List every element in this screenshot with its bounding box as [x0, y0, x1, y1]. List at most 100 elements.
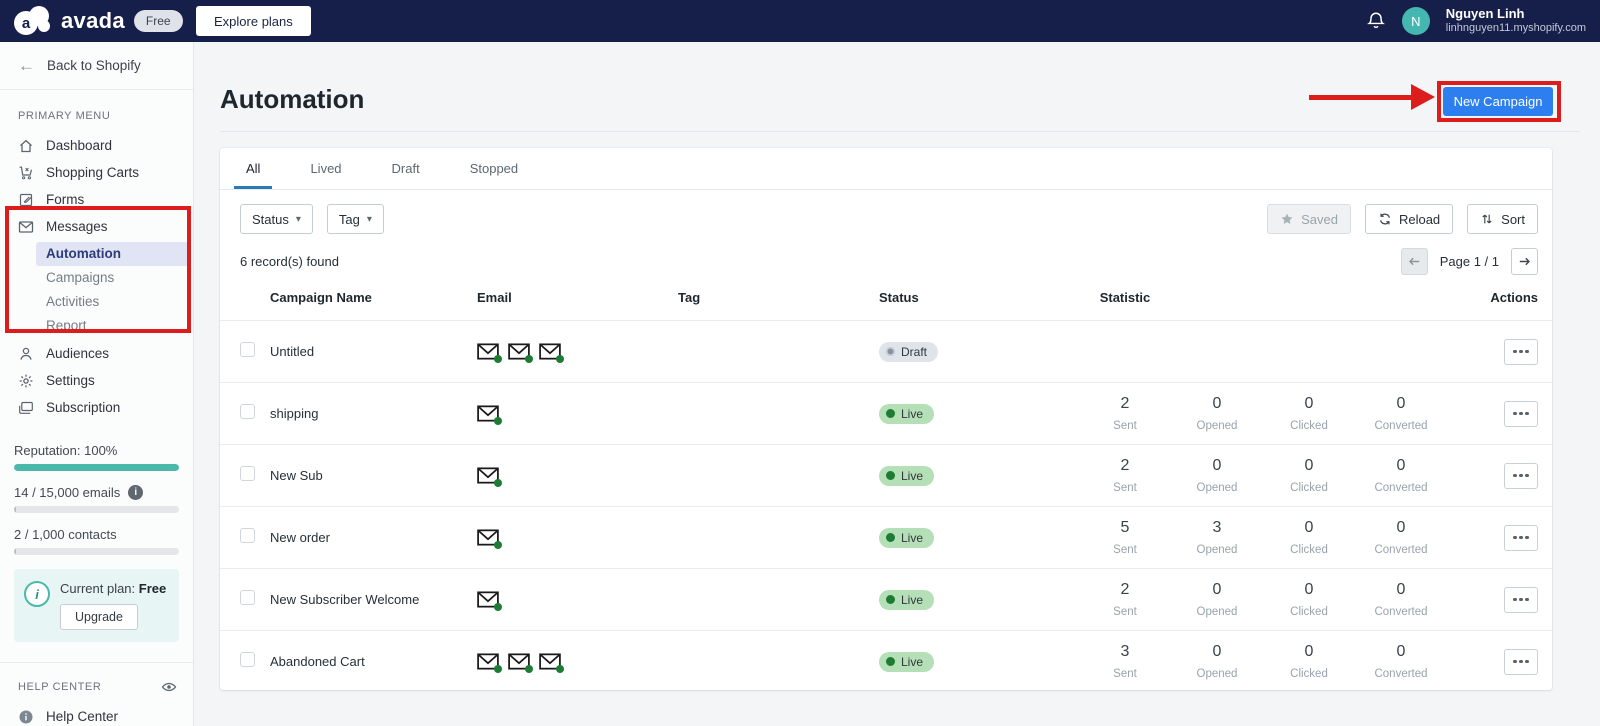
mail-icon — [477, 343, 502, 363]
tab-draft[interactable]: Draft — [392, 148, 420, 189]
sidebar-item-shopping-carts[interactable]: Shopping Carts — [0, 159, 193, 186]
email-icons — [477, 405, 678, 425]
sidebar-subitem-activities[interactable]: Activities — [36, 290, 189, 314]
stat-label: Converted — [1374, 482, 1428, 494]
campaign-name-link[interactable]: Abandoned Cart — [270, 654, 477, 669]
stat-cell: 0 Opened — [1171, 395, 1263, 432]
saved-button[interactable]: Saved — [1267, 204, 1351, 234]
stat-value: 0 — [1212, 395, 1222, 412]
sidebar-subitem-automation[interactable]: Automation — [36, 242, 189, 266]
tag-filter-dropdown[interactable]: Tag ▾ — [326, 204, 384, 234]
campaign-name-link[interactable]: New order — [270, 530, 477, 545]
email-icons — [477, 343, 678, 363]
topbar: a avada Free Explore plans N Nguyen Linh… — [0, 0, 1600, 42]
notification-bell-icon[interactable] — [1366, 11, 1386, 31]
stat-label: Converted — [1374, 668, 1428, 680]
mail-icon — [477, 529, 502, 549]
status-dot-icon — [886, 409, 895, 418]
stat-value: 3 — [1212, 519, 1222, 536]
stat-value: 2 — [1120, 581, 1130, 598]
eye-icon[interactable] — [161, 679, 177, 695]
row-checkbox[interactable] — [240, 341, 255, 357]
sidebar-subitem-campaigns[interactable]: Campaigns — [36, 266, 189, 290]
upgrade-button[interactable]: Upgrade — [60, 604, 138, 630]
row-checkbox[interactable] — [240, 527, 255, 543]
arrow-right-icon — [1519, 257, 1530, 265]
stat-cell: 0 Clicked — [1263, 643, 1355, 680]
person-icon — [18, 346, 34, 362]
sidebar-item-dashboard[interactable]: Dashboard — [0, 132, 193, 159]
automation-card: All Lived Draft Stopped Status ▾ Tag ▾ Saved — [220, 148, 1552, 690]
stat-label: Converted — [1374, 606, 1428, 618]
sidebar-item-audiences[interactable]: Audiences — [0, 340, 193, 367]
next-page-button[interactable] — [1511, 247, 1538, 275]
row-actions-button[interactable] — [1504, 524, 1538, 551]
sidebar-item-forms[interactable]: Forms — [0, 186, 193, 213]
campaign-name-link[interactable]: New Sub — [270, 468, 477, 483]
mail-icon — [539, 343, 564, 363]
sidebar-item-settings[interactable]: Settings — [0, 367, 193, 394]
campaign-name-link[interactable]: shipping — [270, 406, 477, 421]
stat-label: Opened — [1196, 420, 1238, 432]
new-campaign-button[interactable]: New Campaign — [1443, 87, 1553, 116]
stat-cell: 3 Opened — [1171, 519, 1263, 556]
help-item-help-center[interactable]: Help Center — [0, 703, 193, 726]
back-to-shopify-link[interactable]: ← Back to Shopify — [0, 42, 193, 90]
tab-all[interactable]: All — [233, 148, 274, 189]
divider — [220, 131, 1580, 132]
sort-button[interactable]: Sort — [1467, 204, 1538, 234]
mail-icon — [508, 653, 533, 673]
stat-value: 0 — [1304, 643, 1314, 660]
row-checkbox[interactable] — [240, 651, 255, 667]
stat-cell: 0 Converted — [1355, 519, 1447, 556]
col-campaign-name: Campaign Name — [270, 289, 372, 305]
reload-button[interactable]: Reload — [1364, 204, 1454, 234]
row-actions-button[interactable] — [1504, 648, 1538, 675]
campaign-name-link[interactable]: Untitled — [270, 344, 477, 359]
emails-quota-bar — [14, 506, 179, 513]
row-actions-button[interactable] — [1504, 586, 1538, 613]
mail-active-dot — [494, 479, 502, 487]
status-filter-dropdown[interactable]: Status ▾ — [240, 204, 313, 234]
stat-cell: 0 Opened — [1171, 457, 1263, 494]
sidebar-item-messages[interactable]: Messages — [0, 213, 193, 240]
stat-value: 0 — [1396, 643, 1406, 660]
row-checkbox[interactable] — [240, 465, 255, 481]
sidebar-menu: Dashboard Shopping Carts Forms Messages Auto… — [0, 132, 193, 421]
tab-stopped[interactable]: Stopped — [470, 148, 518, 189]
main-content: Automation New Campaign All Lived Draft Sto… — [194, 42, 1600, 726]
mail-active-dot — [525, 355, 533, 363]
stat-cell: 0 Clicked — [1263, 395, 1355, 432]
mail-icon — [477, 467, 502, 487]
gear-icon — [18, 373, 34, 389]
explore-plans-button[interactable]: Explore plans — [196, 6, 311, 36]
plan-info-icon: i — [24, 581, 50, 607]
reputation-label: Reputation: 100% — [14, 443, 118, 458]
stat-value: 0 — [1304, 581, 1314, 598]
row-actions-button[interactable] — [1504, 400, 1538, 427]
contacts-quota-label: 2 / 1,000 contacts — [14, 527, 117, 542]
status-dot-icon — [886, 347, 895, 356]
campaign-name-link[interactable]: New Subscriber Welcome — [270, 592, 477, 607]
stat-value: 3 — [1120, 643, 1130, 660]
row-checkbox[interactable] — [240, 589, 255, 605]
sidebar: ← Back to Shopify PRIMARY MENU Dashboard… — [0, 42, 194, 726]
chevron-down-icon: ▾ — [366, 213, 372, 225]
app-window: a avada Free Explore plans N Nguyen Linh… — [0, 0, 1600, 726]
row-actions-button[interactable] — [1504, 462, 1538, 489]
sidebar-subitem-report[interactable]: Report — [36, 314, 189, 338]
row-checkbox[interactable] — [240, 403, 255, 419]
reputation-bar — [14, 464, 179, 471]
stat-label: Clicked — [1290, 482, 1328, 494]
card-icon — [18, 400, 34, 416]
back-arrow-icon: ← — [18, 55, 35, 75]
prev-page-button[interactable] — [1400, 247, 1428, 275]
sidebar-item-subscription[interactable]: Subscription — [0, 394, 193, 421]
emails-info-icon[interactable]: i — [128, 485, 144, 500]
row-actions-button[interactable] — [1504, 338, 1538, 365]
user-menu[interactable]: Nguyen Linh linhnguyen11.myshopify.com — [1446, 6, 1586, 36]
table-row: New Subscriber Welcome Live 2 Sent 0 Opened 0 C… — [220, 568, 1552, 630]
stat-cell: 0 Clicked — [1263, 457, 1355, 494]
tab-lived[interactable]: Lived — [310, 148, 341, 189]
user-avatar[interactable]: N — [1401, 7, 1430, 35]
